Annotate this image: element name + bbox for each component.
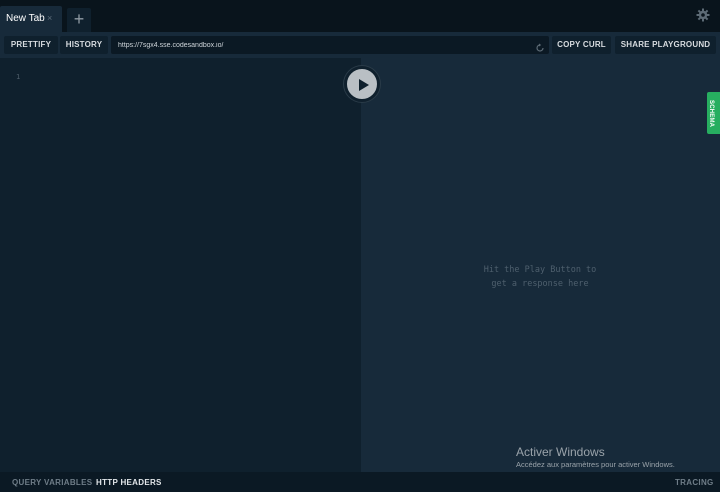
play-icon (359, 79, 369, 91)
query-variables-tab[interactable]: QUERY VARIABLES (12, 478, 92, 487)
add-tab-button[interactable]: + (67, 8, 91, 32)
line-number: 1 (16, 73, 21, 81)
history-button[interactable]: HISTORY (60, 36, 108, 54)
schema-tab[interactable]: SCHEMA (707, 92, 720, 134)
response-pane: Hit the Play Button to get a response he… (361, 58, 720, 472)
endpoint-field (111, 36, 549, 54)
close-icon[interactable]: × (47, 13, 52, 23)
response-hint-line: get a response here (491, 279, 589, 289)
response-hint: Hit the Play Button to get a response he… (471, 263, 609, 291)
play-button[interactable] (344, 66, 380, 102)
query-editor[interactable]: 1 (0, 58, 361, 472)
tab-bar: New Tab × + (0, 0, 720, 32)
gear-icon[interactable] (696, 8, 710, 22)
response-hint-line: Hit the Play Button to (483, 265, 597, 275)
schema-label: SCHEMA (708, 100, 714, 128)
activation-watermark-subtitle: Accédez aux paramètres pour activer Wind… (516, 460, 675, 469)
activation-watermark-title: Activer Windows (516, 445, 605, 459)
bottom-bar: QUERY VARIABLES HTTP HEADERS TRACING (0, 472, 720, 492)
reload-icon[interactable] (535, 40, 545, 52)
endpoint-url-input[interactable] (118, 36, 518, 54)
http-headers-tab[interactable]: HTTP HEADERS (96, 478, 162, 487)
tracing-tab[interactable]: TRACING (675, 478, 714, 487)
share-playground-button[interactable]: SHARE PLAYGROUND (615, 36, 716, 54)
prettify-button[interactable]: PRETTIFY (4, 36, 58, 54)
tab-title: New Tab (6, 13, 45, 24)
copy-curl-button[interactable]: COPY CURL (552, 36, 611, 54)
toolbar: PRETTIFY HISTORY COPY CURL SHARE PLAYGRO… (0, 32, 720, 58)
tab-new-tab[interactable]: New Tab × (0, 6, 62, 32)
